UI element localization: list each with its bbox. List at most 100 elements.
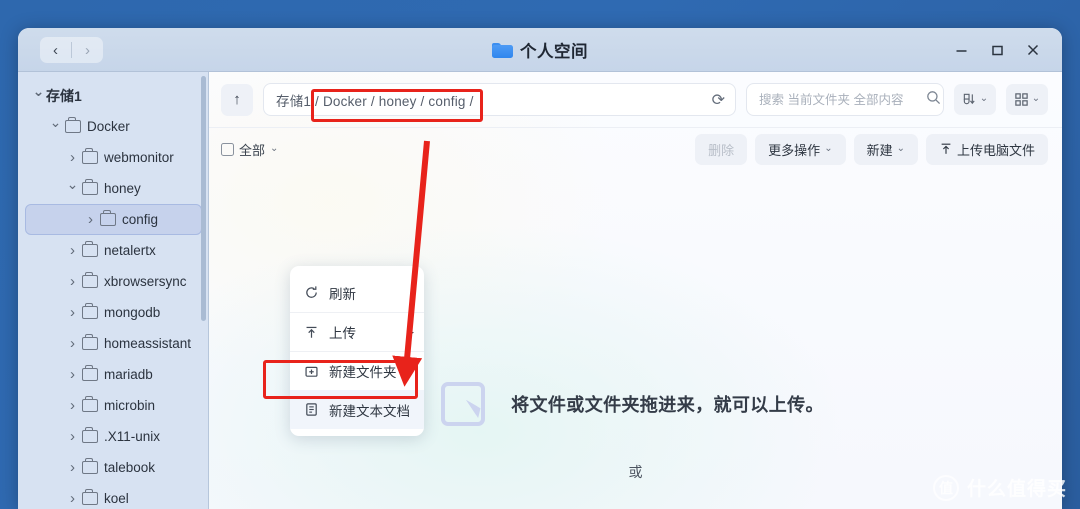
back-button[interactable]: ‹ bbox=[40, 37, 71, 63]
sidebar-item-label: xbrowsersync bbox=[104, 274, 187, 289]
select-all-checkbox[interactable] bbox=[221, 142, 234, 156]
chevron-right-icon[interactable] bbox=[65, 335, 80, 352]
sidebar-item-label: netalertx bbox=[104, 243, 156, 258]
more-actions-chevron-down-icon: ⌄ bbox=[824, 142, 833, 154]
chevron-right-icon[interactable] bbox=[65, 304, 80, 321]
sidebar-item-talebook[interactable]: talebook bbox=[25, 452, 202, 483]
sidebar-item-mariadb[interactable]: mariadb bbox=[25, 359, 202, 390]
context-menu-item[interactable]: 刷新 bbox=[290, 273, 424, 312]
context-menu: 刷新上传 ▶ 新建文件夹新建文本文档 bbox=[290, 266, 424, 436]
chevron-right-icon[interactable] bbox=[65, 273, 80, 290]
sidebar-item-microbin[interactable]: microbin bbox=[25, 390, 202, 421]
path-input[interactable]: 存储1 / Docker / honey / config / ⟳ bbox=[263, 83, 736, 116]
context-menu-item-label: 新建文本文档 bbox=[329, 403, 410, 419]
sidebar-item-存储1[interactable]: 存储1 bbox=[25, 80, 202, 111]
sidebar-item-label: honey bbox=[104, 181, 141, 196]
context-menu-item-label: 刷新 bbox=[329, 286, 356, 302]
sidebar-item-honey[interactable]: honey bbox=[25, 173, 202, 204]
more-actions-label: 更多操作 bbox=[768, 142, 821, 158]
text-doc-icon bbox=[303, 402, 319, 417]
chevron-right-icon[interactable] bbox=[65, 366, 80, 383]
or-separator-text: 或 bbox=[628, 464, 643, 480]
folder-tree-list: 存储1 Docker webmonitor honey config netalertx x… bbox=[18, 80, 209, 509]
sidebar-item-netalertx[interactable]: netalertx bbox=[25, 235, 202, 266]
sidebar-item-docker[interactable]: Docker bbox=[25, 111, 202, 142]
action-toolbar: 全部 ⌄ 删除 更多操作 ⌄ 新建 ⌄ 上传电脑文件 bbox=[209, 127, 1062, 171]
forward-button[interactable]: › bbox=[72, 37, 103, 63]
close-icon[interactable] bbox=[1018, 36, 1048, 64]
sidebar-item-label: homeassistant bbox=[104, 336, 192, 351]
folder-icon bbox=[82, 489, 98, 505]
chevron-down-icon[interactable] bbox=[48, 118, 63, 135]
sidebar-item-.x11-unix[interactable]: .X11-unix bbox=[25, 421, 202, 452]
search-box[interactable] bbox=[746, 83, 944, 116]
folder-icon bbox=[82, 458, 98, 474]
folder-icon bbox=[492, 42, 513, 58]
window-title-group: 个人空间 bbox=[18, 38, 1062, 62]
chevron-right-icon[interactable] bbox=[83, 211, 98, 228]
chevron-right-icon[interactable] bbox=[65, 242, 80, 259]
minimize-icon[interactable] bbox=[946, 36, 976, 64]
grid-view-icon bbox=[1015, 93, 1028, 106]
context-menu-item[interactable]: 新建文件夹 bbox=[290, 351, 424, 390]
folder-icon bbox=[82, 272, 98, 288]
drag-drop-cursor-icon bbox=[441, 382, 486, 426]
sidebar-item-label: .X11-unix bbox=[104, 429, 161, 444]
select-all-chevron-down-icon[interactable]: ⌄ bbox=[270, 143, 278, 154]
sort-icon bbox=[963, 93, 975, 105]
upload-local-file-button[interactable]: 上传电脑文件 bbox=[925, 133, 1048, 165]
context-menu-item-label: 新建文件夹 bbox=[329, 365, 397, 380]
sidebar-item-label: Docker bbox=[87, 119, 130, 134]
context-menu-item[interactable]: 上传 ▶ bbox=[290, 312, 424, 351]
new-button[interactable]: 新建 ⌄ bbox=[853, 133, 918, 165]
chevron-down-icon[interactable] bbox=[31, 87, 46, 104]
search-icon[interactable] bbox=[926, 90, 941, 110]
folder-icon bbox=[100, 210, 116, 226]
sidebar-item-label: config bbox=[122, 212, 159, 227]
sidebar-item-label: mongodb bbox=[104, 305, 161, 320]
chevron-right-icon[interactable] bbox=[65, 428, 80, 445]
context-menu-item[interactable]: 新建文本文档 bbox=[290, 390, 424, 429]
select-all-control[interactable]: 全部 ⌄ bbox=[221, 140, 278, 159]
upload-local-file-label: 上传电脑文件 bbox=[956, 142, 1035, 158]
refresh-icon[interactable]: ⟳ bbox=[712, 90, 725, 110]
chevron-down-icon[interactable] bbox=[65, 180, 80, 197]
folder-icon bbox=[82, 241, 98, 257]
sort-chevron-down-icon[interactable]: ⌄ bbox=[980, 93, 988, 104]
folder-icon bbox=[82, 148, 98, 164]
sidebar-item-koel[interactable]: koel bbox=[25, 483, 202, 509]
up-directory-button[interactable]: ↑ bbox=[221, 83, 253, 116]
sidebar-scrollbar[interactable] bbox=[201, 76, 206, 321]
new-chevron-down-icon: ⌄ bbox=[896, 142, 905, 154]
sidebar-item-config[interactable]: config bbox=[25, 204, 202, 235]
maximize-icon[interactable] bbox=[982, 36, 1012, 64]
sidebar-item-label: 存储1 bbox=[46, 87, 82, 104]
more-actions-button[interactable]: 更多操作 ⌄ bbox=[755, 133, 846, 165]
chevron-right-icon[interactable] bbox=[65, 490, 80, 507]
sort-icon-button[interactable]: ⌄ bbox=[954, 84, 996, 115]
action-buttons-group: 删除 更多操作 ⌄ 新建 ⌄ 上传电脑文件 bbox=[695, 133, 1048, 165]
path-toolbar: ↑ 存储1 / Docker / honey / config / ⟳ 搜索 当… bbox=[209, 72, 1062, 127]
context-menu-item-label: 上传 bbox=[329, 326, 356, 341]
view-mode-button[interactable]: ⌄ bbox=[1006, 84, 1048, 115]
sidebar-item-webmonitor[interactable]: webmonitor bbox=[25, 142, 202, 173]
chevron-right-icon[interactable] bbox=[65, 397, 80, 414]
folder-icon bbox=[82, 365, 98, 381]
delete-button[interactable]: 删除 bbox=[695, 133, 748, 165]
upload-icon bbox=[303, 325, 319, 340]
sidebar-item-mongodb[interactable]: mongodb bbox=[25, 297, 202, 328]
drop-message-row: 将文件或文件夹拖进来，就可以上传。 bbox=[441, 382, 824, 426]
folder-icon bbox=[65, 117, 81, 133]
sidebar-item-xbrowsersync[interactable]: xbrowsersync bbox=[25, 266, 202, 297]
sidebar-item-label: mariadb bbox=[104, 367, 153, 382]
submenu-arrow-icon: ▶ bbox=[407, 326, 414, 337]
search-input[interactable] bbox=[759, 92, 920, 107]
file-manager-window: ‹ › 个人空间 存储1 Docker webmonitor honey config n… bbox=[18, 28, 1062, 509]
drop-message: 将文件或文件夹拖进来，就可以上传。 bbox=[511, 395, 824, 415]
folder-icon bbox=[82, 334, 98, 350]
view-chevron-down-icon[interactable]: ⌄ bbox=[1032, 93, 1040, 104]
chevron-right-icon[interactable] bbox=[65, 149, 80, 166]
chevron-right-icon[interactable] bbox=[65, 459, 80, 476]
new-folder-icon bbox=[303, 364, 319, 379]
sidebar-item-homeassistant[interactable]: homeassistant bbox=[25, 328, 202, 359]
